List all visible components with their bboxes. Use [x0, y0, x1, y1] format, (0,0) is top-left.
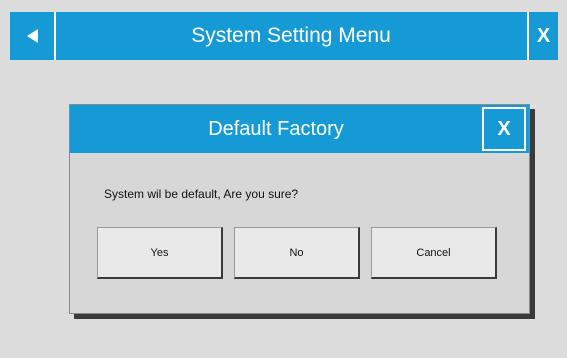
yes-button[interactable]: Yes	[97, 227, 223, 279]
back-arrow-icon	[26, 29, 38, 43]
dialog-title: Default Factory	[208, 118, 344, 140]
no-button[interactable]: No	[234, 227, 360, 279]
dialog-message: System wil be default, Are you sure?	[104, 187, 299, 201]
window-close-button[interactable]: X	[527, 12, 558, 60]
back-button[interactable]	[10, 12, 56, 60]
window-title: System Setting Menu	[191, 24, 391, 47]
dialog-close-button[interactable]: X	[482, 107, 526, 151]
cancel-button[interactable]: Cancel	[371, 227, 497, 279]
default-factory-dialog: Default Factory X System wil be default,…	[69, 104, 530, 314]
